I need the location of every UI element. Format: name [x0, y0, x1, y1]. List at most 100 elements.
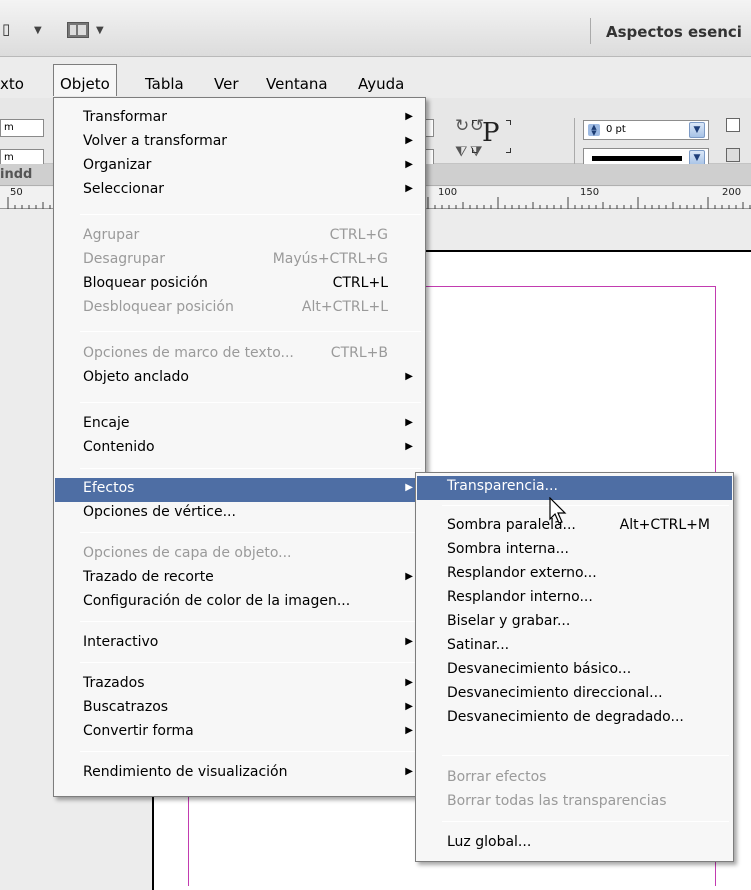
menu-item-encaje[interactable]: Encaje ▶ [55, 413, 424, 437]
menu-item-desvanecimiento-de-degradado[interactable]: Desvanecimiento de degradado... [417, 707, 732, 731]
stroke-weight-value: 0 pt [606, 124, 626, 135]
menu-item-efectos[interactable]: Efectos ▶ [55, 478, 424, 502]
menu-item-agrupar: Agrupar CTRL+G [55, 225, 424, 249]
menu-separator [80, 662, 421, 663]
menu-ayuda[interactable]: Ayuda [358, 75, 404, 93]
menu-ver[interactable]: Ver [214, 75, 239, 93]
menu-tabla[interactable]: Tabla [145, 75, 184, 93]
submenu-arrow-icon: ▶ [405, 571, 413, 582]
menu-item-organizar[interactable]: Organizar ▶ [55, 155, 424, 179]
menu-item-opciones-de-capa-de-objeto: Opciones de capa de objeto... [55, 543, 424, 567]
workspace-switcher[interactable]: Aspectos esenci [606, 23, 742, 41]
stroke-swatch-icon[interactable] [726, 148, 740, 162]
menu-item-desvanecimiento-basico[interactable]: Desvanecimiento básico... [417, 659, 732, 683]
menu-item-trazados[interactable]: Trazados ▶ [55, 673, 424, 697]
x-position-field[interactable]: m [0, 119, 44, 137]
menu-item-label: Rendimiento de visualización [83, 764, 288, 780]
menu-item-opciones-de-marco-de-texto: Opciones de marco de texto... CTRL+B [55, 343, 424, 367]
menu-item-seleccionar[interactable]: Seleccionar ▶ [55, 179, 424, 203]
menu-item-label: Bloquear posición [83, 275, 208, 291]
menu-item-label: Seleccionar [83, 181, 165, 197]
reference-point-icon: P [482, 118, 500, 148]
stepper-icon[interactable]: ▲ ▼ [588, 124, 600, 137]
menu-item-opciones-de-vertice[interactable]: Opciones de vértice... [55, 502, 424, 526]
menu-item-shortcut: CTRL+L [332, 275, 388, 291]
menu-item-label: Desvanecimiento direccional... [447, 685, 663, 701]
menu-item-label: Transparencia... [447, 478, 558, 494]
submenu-arrow-icon: ▶ [405, 183, 413, 194]
divider [590, 18, 591, 44]
menu-item-shortcut: CTRL+G [329, 227, 388, 243]
menu-item-convertir-forma[interactable]: Convertir forma ▶ [55, 721, 424, 745]
submenu-arrow-icon: ▶ [405, 111, 413, 122]
menu-item-label: Opciones de vértice... [83, 504, 236, 520]
chevron-down-icon[interactable]: ▼ [689, 122, 705, 138]
menu-separator [442, 821, 729, 822]
menu-item-desagrupar: Desagrupar Mayús+CTRL+G [55, 249, 424, 273]
menu-item-label: Resplandor externo... [447, 565, 597, 581]
submenu-arrow-icon: ▶ [405, 159, 413, 170]
menu-item-label: Desvanecimiento básico... [447, 661, 632, 677]
menu-separator [80, 751, 421, 752]
menu-item-rendimiento-de-visualizacion[interactable]: Rendimiento de visualización ▶ [55, 762, 424, 786]
field-edge [426, 119, 434, 137]
menu-item-interactivo[interactable]: Interactivo ▶ [55, 632, 424, 656]
submenu-arrow-icon: ▶ [405, 441, 413, 452]
menu-item-trazado-de-recorte[interactable]: Trazado de recorte ▶ [55, 567, 424, 591]
menu-item-label: Encaje [83, 415, 130, 431]
menu-texto[interactable]: xto [0, 75, 24, 93]
flip-horizontal-icon[interactable]: ⧨ [455, 144, 468, 160]
menu-item-bloquear-posicion[interactable]: Bloquear posición CTRL+L [55, 273, 424, 297]
menu-item-label: Interactivo [83, 634, 159, 650]
objeto-menu: Transformar ▶ Volver a transformar ▶ Organiz… [53, 97, 426, 797]
document-tab-label: indd [0, 167, 33, 182]
bracket-corner [472, 148, 477, 153]
application-bar: ▯ ▼ ▼ Aspectos esenci [0, 0, 751, 57]
submenu-arrow-icon: ▶ [405, 135, 413, 146]
menu-item-sombra-interna[interactable]: Sombra interna... [417, 539, 732, 563]
menu-item-satinar[interactable]: Satinar... [417, 635, 732, 659]
view-options-icon[interactable] [67, 22, 89, 38]
menu-objeto[interactable]: Objeto [53, 64, 117, 96]
menu-item-luz-global[interactable]: Luz global... [417, 832, 732, 856]
menu-item-configuracion-de-color-de-la-imagen[interactable]: Configuración de color de la imagen... [55, 591, 424, 615]
chevron-down-icon[interactable]: ▼ [34, 25, 42, 36]
stroke-weight-field[interactable]: ▲ ▼ 0 pt ▼ [583, 120, 709, 140]
submenu-arrow-icon: ▶ [405, 482, 413, 493]
menu-item-label: Sombra interna... [447, 541, 569, 557]
menu-item-label: Agrupar [83, 227, 140, 243]
submenu-arrow-icon: ▶ [405, 701, 413, 712]
menu-item-label: Desbloquear posición [83, 299, 234, 315]
menu-item-transformar[interactable]: Transformar ▶ [55, 107, 424, 131]
menu-item-shortcut: Alt+CTRL+L [301, 299, 388, 315]
menu-item-biselar-y-grabar[interactable]: Biselar y grabar... [417, 611, 732, 635]
menu-item-label: Organizar [83, 157, 152, 173]
submenu-arrow-icon: ▶ [405, 371, 413, 382]
menu-separator [80, 402, 421, 403]
menu-item-objeto-anclado[interactable]: Objeto anclado ▶ [55, 367, 424, 391]
menu-item-label: Biselar y grabar... [447, 613, 571, 629]
menu-item-volver-a-transformar[interactable]: Volver a transformar ▶ [55, 131, 424, 155]
menu-item-transparencia[interactable]: Transparencia... [417, 476, 732, 500]
bracket-corner [472, 120, 477, 125]
menu-item-label: Borrar efectos [447, 769, 547, 785]
chevron-down-icon[interactable]: ▼ [96, 25, 104, 36]
menu-separator [442, 505, 729, 506]
fill-swatch-icon[interactable] [726, 118, 740, 132]
menu-item-label: Opciones de capa de objeto... [83, 545, 292, 561]
bracket-corner [506, 120, 511, 125]
menu-item-label: Opciones de marco de texto... [83, 345, 294, 361]
rotate-clockwise-icon[interactable]: ↻ [455, 116, 469, 136]
menu-item-borrar-efectos: Borrar efectos [417, 767, 732, 791]
menu-item-resplandor-externo[interactable]: Resplandor externo... [417, 563, 732, 587]
frame-icon[interactable]: ▯ [2, 20, 10, 38]
menu-item-label: Desagrupar [83, 251, 166, 267]
menu-item-desvanecimiento-direccional[interactable]: Desvanecimiento direccional... [417, 683, 732, 707]
menu-ventana[interactable]: Ventana [266, 75, 328, 93]
menu-item-label: Satinar... [447, 637, 510, 653]
menu-item-sombra-paralela[interactable]: Sombra paralela... Alt+CTRL+M [417, 515, 732, 539]
menu-item-label: Objeto anclado [83, 369, 189, 385]
menu-item-contenido[interactable]: Contenido ▶ [55, 437, 424, 461]
menu-item-buscatrazos[interactable]: Buscatrazos ▶ [55, 697, 424, 721]
menu-item-resplandor-interno[interactable]: Resplandor interno... [417, 587, 732, 611]
